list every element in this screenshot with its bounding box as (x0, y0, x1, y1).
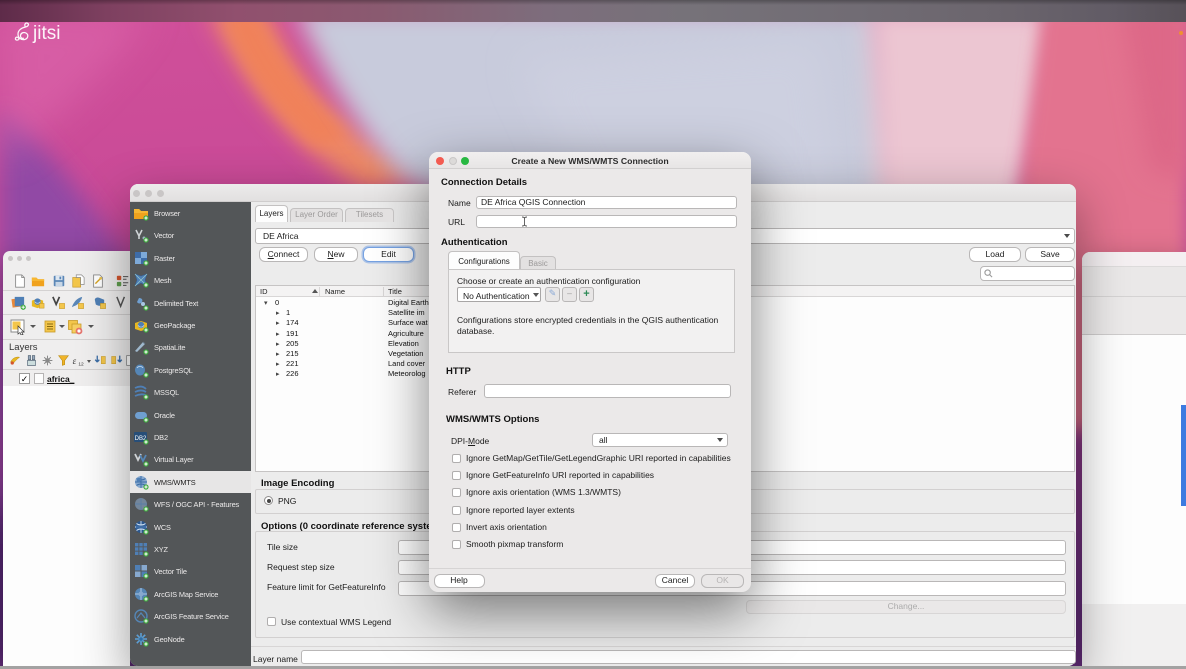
svg-text:ε: ε (73, 356, 77, 366)
svg-text:12: 12 (78, 361, 84, 367)
